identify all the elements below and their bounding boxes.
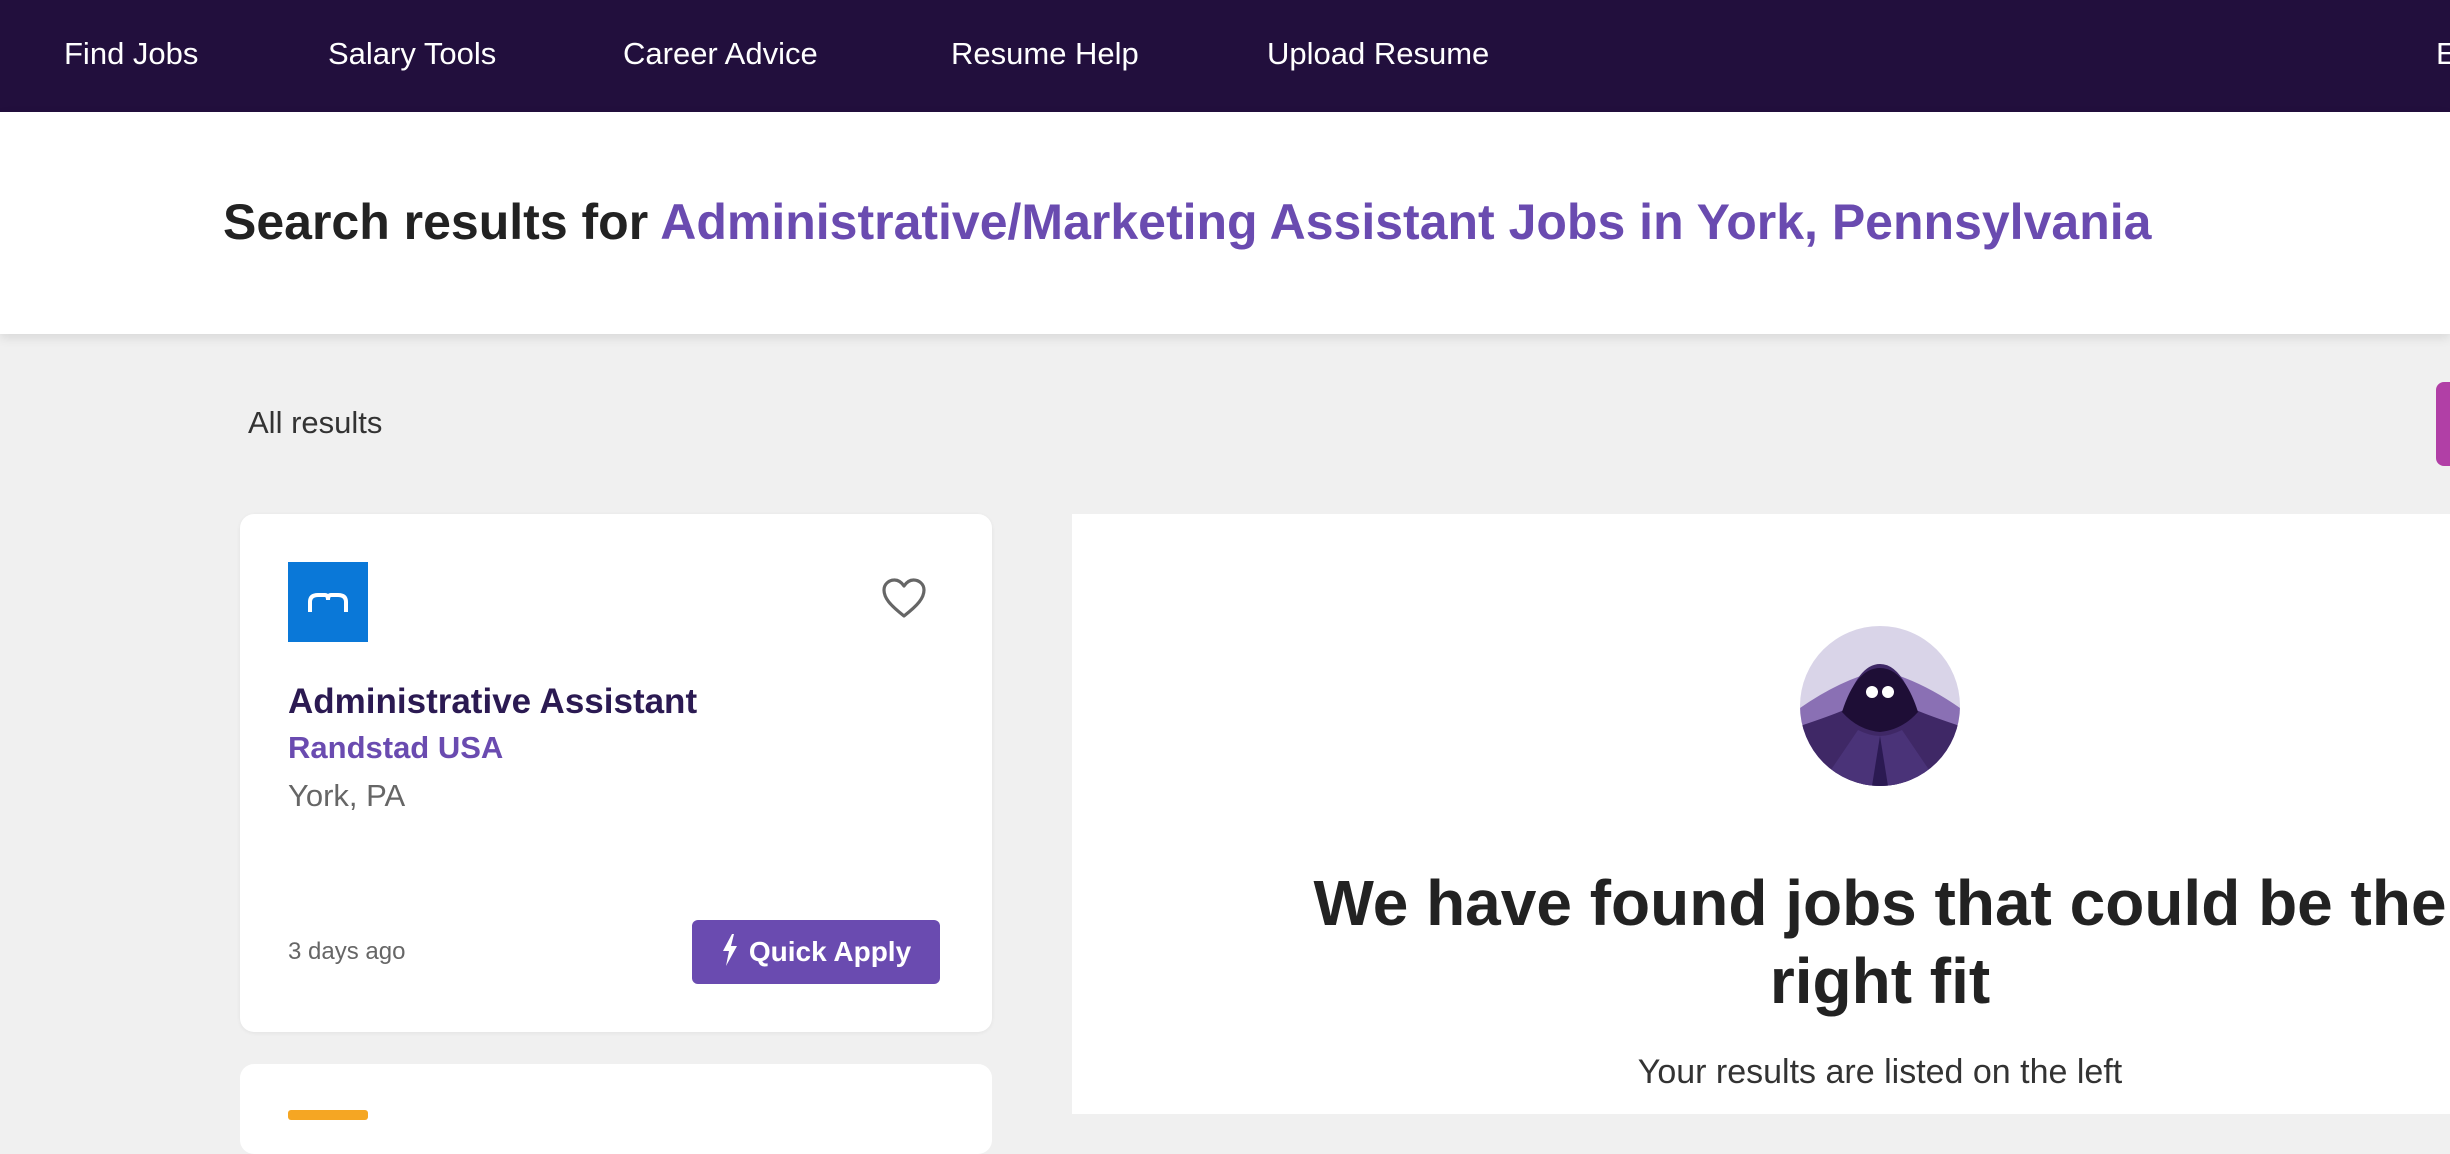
job-card[interactable]: Administrative Assistant Randstad USA Yo… (240, 514, 992, 1032)
job-title[interactable]: Administrative Assistant (288, 680, 697, 724)
company-logo (288, 1110, 368, 1120)
job-detail-panel (1072, 514, 2450, 1114)
search-query: Administrative/Marketing Assistant Jobs … (660, 194, 2152, 250)
search-results-title: Search results for Administrative/Market… (223, 190, 2151, 254)
results-found-heading: We have found jobs that could be the rig… (1313, 867, 2447, 1017)
nav-salary-tools[interactable]: Salary Tools (328, 34, 496, 74)
nav-item-cutoff[interactable]: E (2436, 34, 2450, 74)
company-name[interactable]: Randstad USA (288, 728, 503, 768)
nav-find-jobs[interactable]: Find Jobs (64, 34, 198, 74)
search-header: Search results for Administrative/Market… (0, 112, 2450, 334)
job-location: York, PA (288, 778, 406, 813)
nav-career-advice[interactable]: Career Advice (623, 34, 818, 74)
quick-apply-button[interactable]: Quick Apply (692, 920, 940, 984)
heart-icon[interactable] (880, 576, 928, 620)
results-found-subtext: Your results are listed on the left (1637, 1053, 2123, 1091)
nav-resume-help[interactable]: Resume Help (951, 34, 1139, 74)
search-prefix: Search results for (223, 194, 649, 250)
top-navigation: Find Jobs Salary Tools Career Advice Res… (0, 0, 2450, 112)
nav-upload-resume[interactable]: Upload Resume (1267, 34, 1489, 74)
feedback-side-tab[interactable] (2436, 382, 2450, 466)
job-card[interactable] (240, 1064, 992, 1154)
hooded-figure-avatar (1800, 626, 1960, 786)
all-results-label: All results (248, 405, 383, 440)
randstad-logo (288, 562, 368, 642)
quick-apply-label: Quick Apply (748, 936, 912, 967)
posted-date: 3 days ago (288, 938, 406, 965)
lightning-icon (721, 933, 739, 971)
